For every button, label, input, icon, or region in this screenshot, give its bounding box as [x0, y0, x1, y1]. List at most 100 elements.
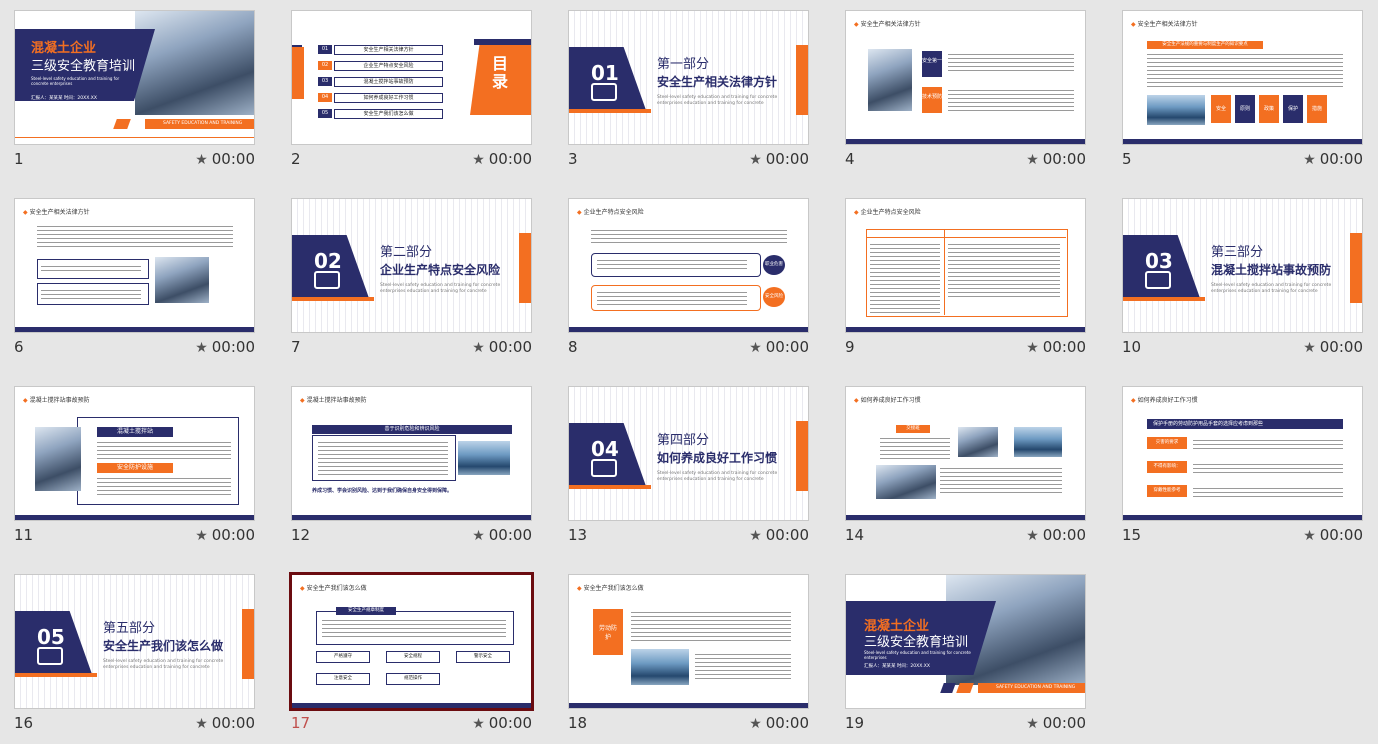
slide-header: 混凝土搅拌站事故预防 — [23, 395, 90, 404]
section-english: Steel-level safety education and trainin… — [657, 471, 778, 482]
star-icon: ★ — [749, 152, 762, 168]
slide-thumbnail-1[interactable]: 混凝土企业 三级安全教育培训 Steel-level safety educat… — [14, 10, 257, 180]
slide-header: 混凝土搅拌站事故预防 — [300, 395, 367, 404]
key-tile: 原则 — [1235, 95, 1255, 123]
item-label: 灾害的要求 — [1147, 437, 1187, 449]
star-icon: ★ — [749, 716, 762, 732]
toc-item: 如何养成良好工作习惯 — [334, 93, 443, 103]
section-part: 第三部分 — [1211, 245, 1264, 260]
slide-footer: SAFETY EDUCATION AND TRAINING — [996, 685, 1076, 690]
slide-thumbnail-16[interactable]: 05 第五部分 安全生产我们该怎么做 Steel-level safety ed… — [14, 574, 257, 744]
slide-thumbnail-7[interactable]: 02 第二部分 企业生产特点安全风险 Steel-level safety ed… — [291, 198, 534, 368]
section-name: 混凝土搅拌站事故预防 — [1211, 263, 1332, 277]
slide-timing[interactable]: ★ 00:00 — [472, 150, 532, 168]
section-part: 第五部分 — [103, 621, 156, 636]
star-icon: ★ — [472, 716, 485, 732]
section-name: 如何养成良好工作习惯 — [657, 451, 778, 465]
toc-item: 企业生产特点安全风险 — [334, 61, 443, 71]
slide-thumbnail-10[interactable]: 03 第三部分 混凝土搅拌站事故预防 Steel-level safety ed… — [1122, 198, 1365, 368]
slide-timing[interactable]: ★ 00:00 — [1303, 526, 1363, 544]
slide-thumbnail-18[interactable]: 安全生产我们该怎么做 劳动防护 18 ★00:00 — [568, 574, 811, 744]
slide-number: 6 — [14, 338, 24, 356]
rule-button: 注意安全 — [316, 673, 370, 685]
rule-button: 安全规程 — [386, 651, 440, 663]
slide-number: 14 — [845, 526, 865, 544]
slide-number: 11 — [14, 526, 34, 544]
slide-header: 安全生产相关法律方针 — [23, 207, 90, 216]
slide-thumbnail-4[interactable]: 安全生产相关法律方针 安全第一 技术预防 4 ★00:00 — [845, 10, 1088, 180]
slide-timing[interactable]: ★ 00:00 — [195, 150, 255, 168]
slide-timing[interactable]: ★ 00:00 — [1303, 338, 1363, 356]
slide-thumbnail-14[interactable]: 如何养成良好工作习惯 交接班 14 ★00:00 — [845, 386, 1088, 556]
item-label: 不得有影响： — [1147, 461, 1187, 473]
label-box: 技术预防 — [922, 87, 942, 113]
slide-number: 13 — [568, 526, 588, 544]
slide-timing[interactable]: ★ 00:00 — [1026, 714, 1086, 732]
slide-thumbnail-19[interactable]: 混凝土企业 三级安全教育培训 Steel-level safety educat… — [845, 574, 1088, 744]
slide-timing[interactable]: ★ 00:00 — [749, 150, 809, 168]
slide-number: 4 — [845, 150, 855, 168]
slide-number: 1 — [14, 150, 24, 168]
slide-header: 企业生产特点安全风险 — [854, 207, 921, 216]
slide-timing[interactable]: ★ 00:00 — [1303, 150, 1363, 168]
slide-timing[interactable]: ★ 00:00 — [749, 526, 809, 544]
slide-thumbnail-11[interactable]: 混凝土搅拌站事故预防 混凝土搅拌站 安全防护设施 11 ★00:00 — [14, 386, 257, 556]
section-english: Steel-level safety education and trainin… — [1211, 283, 1332, 294]
section-name: 企业生产特点安全风险 — [380, 263, 501, 277]
slide-header: 安全生产我们该怎么做 — [300, 583, 367, 592]
section-part: 第二部分 — [380, 245, 433, 260]
slide-timing[interactable]: ★ 00:00 — [195, 526, 255, 544]
slide-number: 15 — [1122, 526, 1142, 544]
slide-thumbnail-15[interactable]: 如何养成良好工作习惯 保护手册的劳动防护用品手套的选择应考虑到那些 灾害的要求 … — [1122, 386, 1365, 556]
slide-timing[interactable]: ★ 00:00 — [1026, 526, 1086, 544]
slide-number: 3 — [568, 150, 578, 168]
slide-meta: 汇报人：某某某 时间：20XX.XX — [864, 664, 930, 669]
slide-timing[interactable]: ★ 00:00 — [1026, 338, 1086, 356]
section-english: Steel-level safety education and trainin… — [657, 95, 778, 106]
slide-timing[interactable]: ★ 00:00 — [195, 714, 255, 732]
label-box: 混凝土搅拌站 — [97, 427, 173, 437]
banner: 安全生产法规的重要与制度生产的知识要点 — [1147, 41, 1263, 49]
star-icon: ★ — [1026, 340, 1039, 356]
slide-timing[interactable]: ★ 00:00 — [472, 526, 532, 544]
slide-thumbnail-17[interactable]: 安全生产我们该怎么做 安全生产规章制度 严格遵守 安全规程 警示安全 注意安全 … — [289, 572, 534, 744]
item-label: 穿戴性能参考 — [1147, 485, 1187, 497]
slide-meta: 汇报人：某某某 时间：20XX.XX — [31, 96, 97, 101]
slide-thumbnail-13[interactable]: 04 第四部分 如何养成良好工作习惯 Steel-level safety ed… — [568, 386, 811, 556]
slide-subtitle: 三级安全教育培训 — [864, 635, 969, 650]
section-number: 03 — [1145, 249, 1173, 273]
star-icon: ★ — [1303, 528, 1316, 544]
slide-thumbnail-9[interactable]: 企业生产特点安全风险 9 ★00:00 — [845, 198, 1088, 368]
slide-timing[interactable]: ★ 00:00 — [1026, 150, 1086, 168]
label-box: 交接班 — [896, 425, 930, 433]
banner: 善于识别危险和辨识风险 — [312, 425, 512, 434]
slide-number: 7 — [291, 338, 301, 356]
section-name: 安全生产相关法律方针 — [657, 75, 778, 89]
star-icon: ★ — [195, 340, 208, 356]
slide-timing[interactable]: ★ 00:00 — [749, 338, 809, 356]
slide-thumbnail-6[interactable]: 安全生产相关法律方针 6 ★00:00 — [14, 198, 257, 368]
slide-number: 10 — [1122, 338, 1142, 356]
slide-thumbnail-8[interactable]: 企业生产特点安全风险 职业危害 安全风险 8 ★00:00 — [568, 198, 811, 368]
star-icon: ★ — [1303, 152, 1316, 168]
slide-thumbnail-2[interactable]: 01 安全生产相关法律方针 02 企业生产特点安全风险 03 混凝土搅拌站事故预防 0… — [291, 10, 534, 180]
section-name: 安全生产我们该怎么做 — [103, 639, 224, 653]
slide-thumbnail-3[interactable]: 01 第一部分 安全生产相关法律方针 Steel-level safety ed… — [568, 10, 811, 180]
section-part: 第一部分 — [657, 57, 710, 72]
slide-timing[interactable]: ★ 00:00 — [195, 338, 255, 356]
key-tile: 保护 — [1283, 95, 1303, 123]
slide-timing[interactable]: ★ 00:00 — [472, 338, 532, 356]
slide-number: 2 — [291, 150, 301, 168]
slide-number: 5 — [1122, 150, 1132, 168]
slide-thumbnail-12[interactable]: 混凝土搅拌站事故预防 善于识别危险和辨识风险 养成习惯、学会识别风险、达到于我们… — [291, 386, 534, 556]
slide-timing[interactable]: ★ 00:00 — [749, 714, 809, 732]
slide-number: 8 — [568, 338, 578, 356]
slide-timing[interactable]: ★ 00:00 — [472, 714, 532, 732]
star-icon: ★ — [472, 152, 485, 168]
slide-header: 安全生产我们该怎么做 — [577, 583, 644, 592]
slide-header: 安全生产相关法律方针 — [854, 19, 921, 28]
slide-number: 9 — [845, 338, 855, 356]
slide-thumbnail-5[interactable]: 安全生产相关法律方针 安全生产法规的重要与制度生产的知识要点 安全 原则 政策 … — [1122, 10, 1365, 180]
slide-header: 如何养成良好工作习惯 — [854, 395, 921, 404]
star-icon: ★ — [1026, 152, 1039, 168]
